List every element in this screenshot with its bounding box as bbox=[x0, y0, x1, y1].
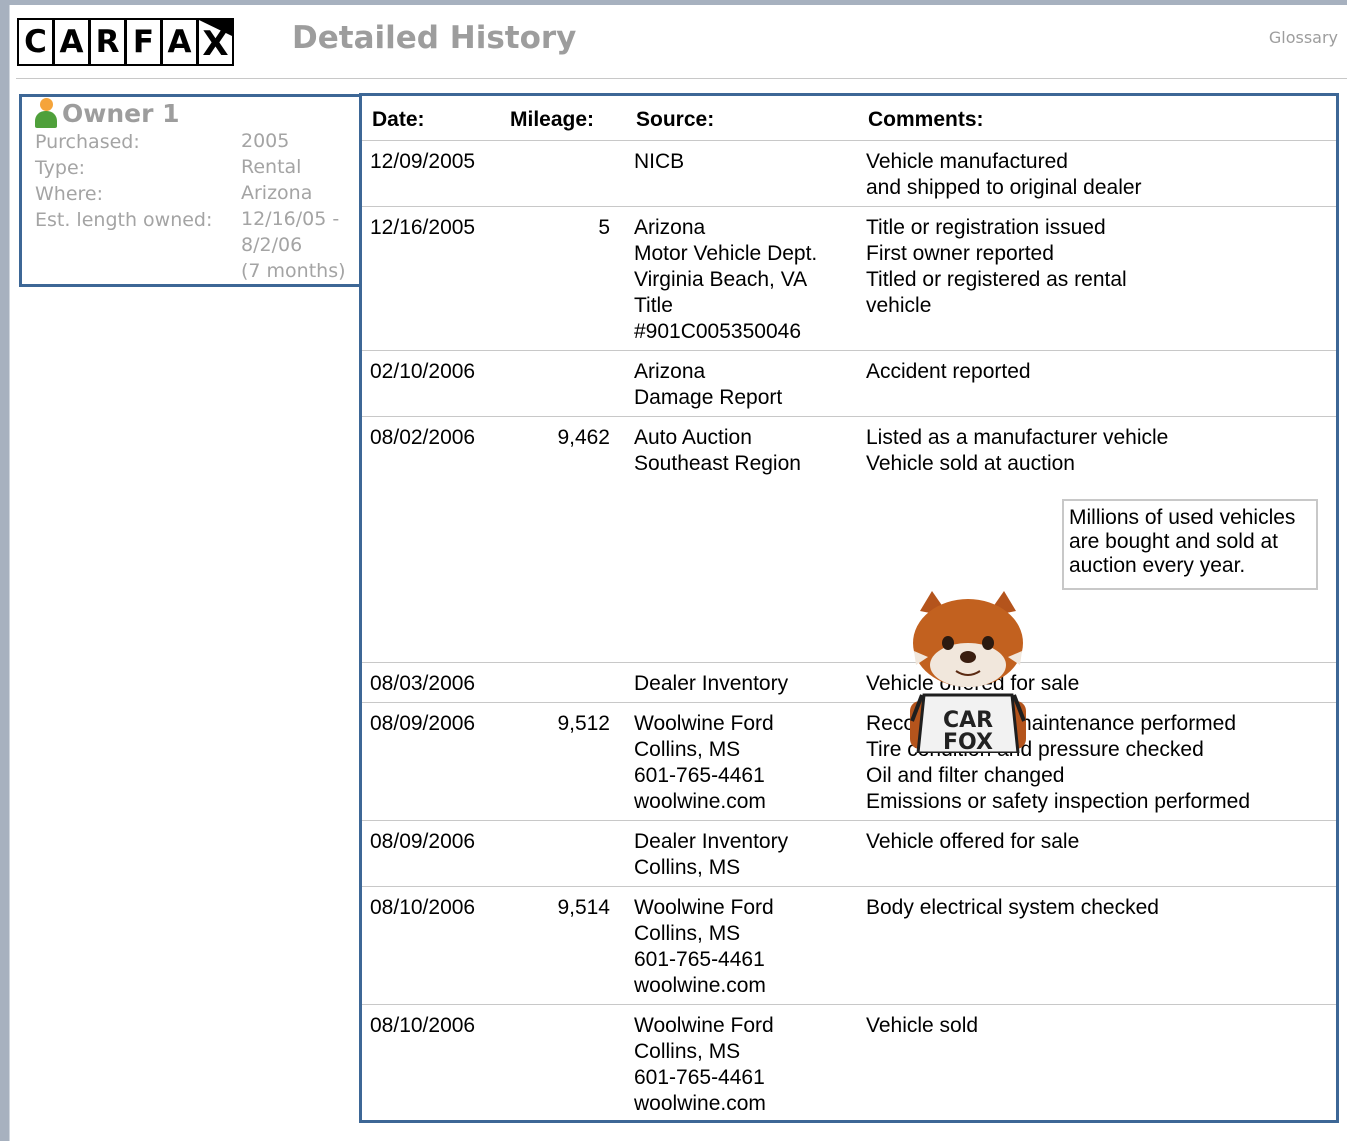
row-date: 08/10/2006 bbox=[370, 1014, 476, 1037]
row-comments: Vehicle manufactured and shipped to origi… bbox=[866, 150, 1142, 199]
where-value: Arizona bbox=[241, 182, 313, 204]
type-value: Rental bbox=[241, 156, 302, 178]
type-label: Type: bbox=[35, 157, 86, 179]
row-mileage: 9,514 bbox=[557, 896, 610, 919]
row-date: 08/10/2006 bbox=[370, 896, 476, 919]
row-date: 12/09/2005 bbox=[370, 150, 476, 173]
glossary-link[interactable]: Glossary bbox=[1269, 28, 1338, 47]
table-row: 08/03/2006Dealer InventoryVehicle offere… bbox=[362, 663, 1336, 703]
table-row: 12/09/2005 NICB Vehicle manufactured and sh… bbox=[362, 141, 1336, 207]
frame-inner-line bbox=[9, 5, 10, 1141]
table-row: 02/10/2006 Arizona Damage Report Accident r… bbox=[362, 351, 1336, 417]
table-row: 12/16/2005 5 Arizona Motor Vehicle Dept. Vir… bbox=[362, 207, 1336, 351]
row-source: Woolwine Ford Collins, MS 601-765-4461 wool… bbox=[634, 1014, 774, 1115]
row-comments: Listed as a manufacturer vehicle Vehicle … bbox=[866, 426, 1169, 475]
promo-speech-bubble: Millions of used vehicles are bought and… bbox=[1062, 499, 1318, 590]
table-row: 08/09/2006 Dealer Inventory Collins, MS Veh… bbox=[362, 821, 1336, 887]
row-date: 02/10/2006 bbox=[370, 360, 476, 383]
header-mileage: Mileage: bbox=[510, 108, 595, 131]
mascot-shirt-text: FOX bbox=[943, 730, 993, 753]
row-date: 08/03/2006 bbox=[370, 672, 476, 695]
row-source: Arizona Motor Vehicle Dept. Virginia Beach… bbox=[634, 216, 818, 343]
row-comments: Vehicle offered for sale bbox=[866, 830, 1080, 853]
length-owned-label: Est. length owned: bbox=[35, 209, 213, 231]
where-label: Where: bbox=[35, 183, 104, 205]
purchased-value: 2005 bbox=[241, 130, 290, 152]
row-comments: Body electrical system checked bbox=[866, 896, 1159, 919]
row-comments: Accident reported bbox=[866, 360, 1031, 383]
row-date: 08/09/2006 bbox=[370, 830, 476, 853]
row-source: Arizona Damage Report bbox=[634, 360, 783, 409]
row-mileage: 5 bbox=[598, 216, 610, 239]
header-source: Source: bbox=[636, 108, 715, 131]
row-date: 08/09/2006 bbox=[370, 712, 476, 735]
header-comments: Comments: bbox=[868, 108, 984, 131]
header-date: Date: bbox=[372, 108, 425, 131]
row-source: Auto Auction Southeast Region bbox=[634, 426, 801, 475]
table-row: 08/09/2006 9,512 Woolwine Ford Collins, MS 6… bbox=[362, 703, 1336, 821]
table-row: 08/10/2006 9,514 Woolwine Ford Collins, MS 6… bbox=[362, 887, 1336, 1005]
row-comments: Vehicle sold bbox=[866, 1014, 979, 1037]
logo-letter: A bbox=[55, 20, 88, 64]
row-source: Dealer Inventory Collins, MS bbox=[634, 830, 789, 879]
row-comments: Title or registration issued First owner … bbox=[866, 216, 1127, 317]
table-row: 08/10/2006 Woolwine Ford Collins, MS 601-76… bbox=[362, 1005, 1336, 1123]
logo-letter: X bbox=[202, 24, 229, 64]
owner-title: Owner 1 bbox=[62, 98, 180, 128]
logo-letter: R bbox=[91, 20, 124, 64]
row-date: 12/16/2005 bbox=[370, 216, 476, 239]
row-mileage: 9,462 bbox=[557, 426, 610, 449]
row-date: 08/02/2006 bbox=[370, 426, 476, 449]
logo-letter: C bbox=[19, 20, 52, 64]
table-header-row: Date: Mileage: Source: Comments: bbox=[362, 96, 1336, 141]
owner-summary-panel: Owner 1 Purchased: 2005 Type: Rental Whe… bbox=[19, 94, 360, 287]
owner-header: Owner 1 bbox=[34, 98, 180, 128]
carfax-logo: C A R F A X bbox=[17, 18, 234, 66]
logo-letter: F bbox=[127, 20, 160, 64]
row-source: Dealer Inventory bbox=[634, 672, 789, 695]
window-frame-top bbox=[0, 0, 1347, 5]
person-icon bbox=[34, 98, 58, 128]
row-source: Woolwine Ford Collins, MS 601-765-4461 wool… bbox=[634, 896, 774, 997]
window-frame-left bbox=[0, 0, 9, 1141]
row-source: Woolwine Ford Collins, MS 601-765-4461 wool… bbox=[634, 712, 774, 813]
logo-letter-x-tile: X bbox=[199, 20, 232, 64]
page-title: Detailed History bbox=[292, 20, 577, 56]
purchased-label: Purchased: bbox=[35, 131, 140, 153]
length-owned-value: 12/16/05 - 8/2/06 (7 months) bbox=[241, 208, 346, 282]
header-divider bbox=[16, 78, 1347, 79]
logo-letter: A bbox=[163, 20, 196, 64]
history-table: Date: Mileage: Source: Comments: 12/09/2… bbox=[359, 93, 1339, 1123]
carfox-mascot-image: CAR FOX bbox=[910, 591, 1026, 753]
row-mileage: 9,512 bbox=[557, 712, 610, 735]
row-source: NICB bbox=[634, 150, 685, 173]
